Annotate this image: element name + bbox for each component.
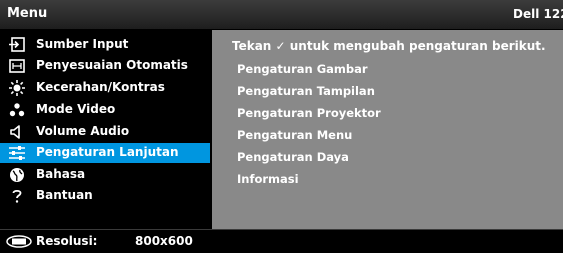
sidebar-item-label: Penyesuaian Otomatis	[36, 58, 188, 72]
sidebar-item-label: Bahasa	[36, 167, 86, 181]
sidebar-item-bantuan[interactable]: Bantuan	[0, 186, 210, 206]
menu-item-pengaturan-tampilan[interactable]: Pengaturan Tampilan	[237, 84, 375, 98]
resolution-label: Resolusi:	[36, 234, 98, 248]
menu-item-informasi[interactable]: Informasi	[237, 172, 299, 186]
menu-title: Menu	[7, 6, 48, 21]
sidebar-item-label: Kecerahan/Kontras	[36, 80, 165, 94]
menu-item-pengaturan-gambar[interactable]: Pengaturan Gambar	[237, 62, 368, 76]
brightness-icon	[8, 79, 26, 97]
sidebar-item-mode-video[interactable]: Mode Video	[0, 100, 210, 120]
sidebar-item-pengaturan-lanjutan[interactable]: Pengaturan Lanjutan	[0, 143, 210, 163]
sidebar-item-sumber-input[interactable]: Sumber Input	[0, 35, 210, 55]
sidebar-item-label: Bantuan	[36, 188, 93, 202]
instruction-text: Tekan ✓ untuk mengubah pengaturan beriku…	[232, 39, 546, 53]
model-name: Dell 1220	[513, 7, 563, 21]
sidebar-item-label: Volume Audio	[36, 124, 130, 138]
sidebar: Sumber Input Penyesuaian Otomatis Kecera…	[0, 30, 210, 230]
sidebar-item-label: Sumber Input	[36, 37, 129, 51]
sliders-icon	[8, 144, 26, 162]
sidebar-item-volume-audio[interactable]: Volume Audio	[0, 122, 210, 142]
speaker-icon	[8, 123, 26, 141]
help-icon	[8, 187, 26, 205]
status-bar: Resolusi: 800x600	[0, 230, 563, 253]
resolution-value: 800x600	[135, 234, 193, 248]
menu-item-pengaturan-proyektor[interactable]: Pengaturan Proyektor	[237, 106, 381, 120]
sidebar-item-label: Pengaturan Lanjutan	[36, 145, 179, 159]
auto-adjust-icon	[8, 57, 26, 75]
display-icon	[6, 235, 32, 248]
title-bar: Menu Dell 1220	[0, 0, 563, 29]
menu-item-pengaturan-menu[interactable]: Pengaturan Menu	[237, 128, 352, 142]
video-mode-icon	[8, 101, 26, 119]
globe-icon	[8, 166, 26, 184]
menu-item-pengaturan-daya[interactable]: Pengaturan Daya	[237, 150, 349, 164]
input-icon	[8, 36, 26, 54]
content-panel: Tekan ✓ untuk mengubah pengaturan beriku…	[212, 30, 563, 229]
sidebar-item-kecerahan-kontras[interactable]: Kecerahan/Kontras	[0, 78, 210, 98]
sidebar-item-label: Mode Video	[36, 102, 116, 116]
sidebar-item-penyesuaian-otomatis[interactable]: Penyesuaian Otomatis	[0, 56, 210, 76]
sidebar-item-bahasa[interactable]: Bahasa	[0, 165, 210, 185]
